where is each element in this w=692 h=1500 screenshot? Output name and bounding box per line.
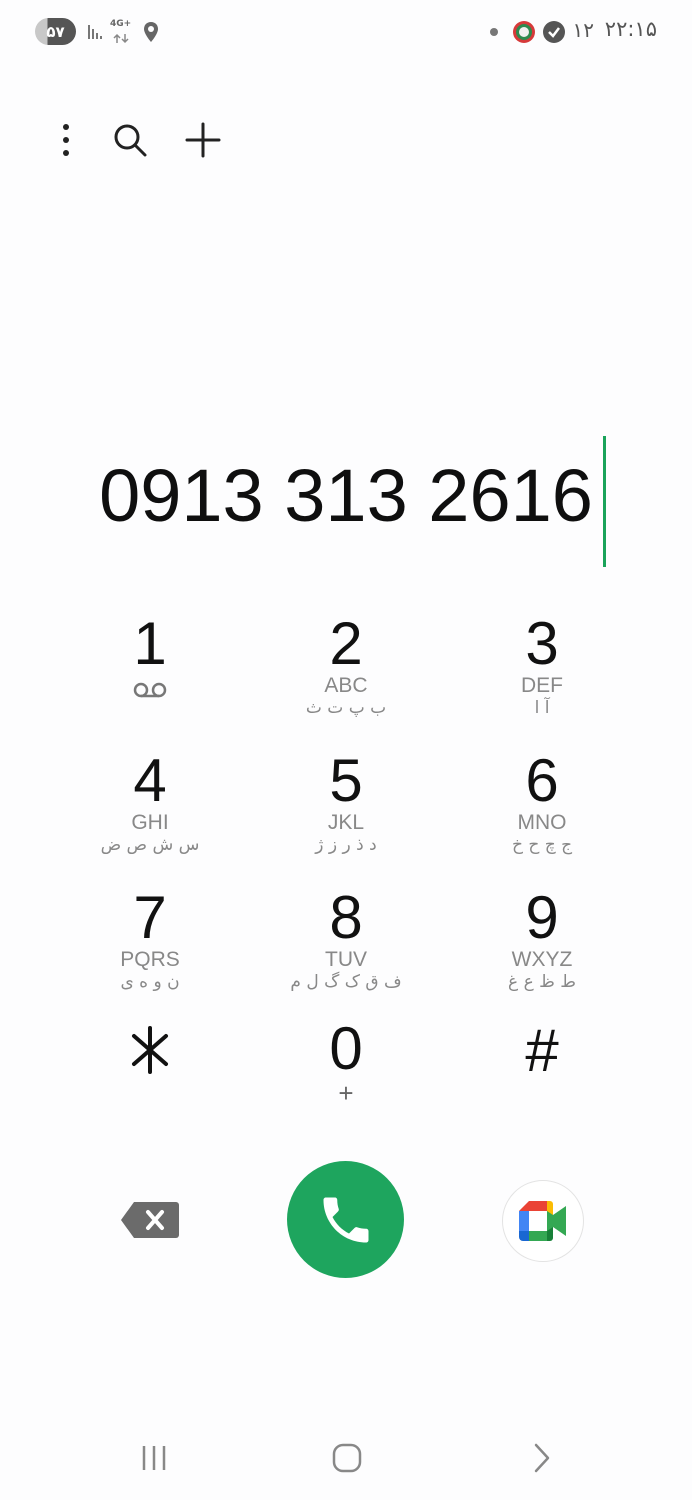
key-8[interactable]: 8 TUV ف ق ک گ ل م — [248, 887, 444, 1011]
phone-icon — [323, 1197, 368, 1242]
data-arrows-icon — [112, 32, 130, 44]
voicemail-icon — [133, 681, 167, 703]
key-letters: MNO — [517, 811, 567, 834]
add-contact-button[interactable] — [175, 112, 231, 168]
key-digit: 5 — [329, 747, 363, 814]
recents-button[interactable] — [124, 1430, 184, 1486]
key-farsi-letters: ط ظ ع غ — [508, 972, 576, 992]
key-1[interactable]: 1 — [52, 613, 248, 737]
key-digit: 3 — [525, 610, 559, 677]
key-7[interactable]: 7 PQRS ن و ه ی — [52, 887, 248, 1011]
key-letters: DEF — [521, 674, 563, 697]
key-farsi-letters: د ذ ر ز ژ — [315, 835, 377, 855]
key-digit: 1 — [133, 610, 167, 677]
back-button[interactable] — [512, 1430, 572, 1486]
recents-icon — [142, 1446, 166, 1470]
home-button[interactable] — [317, 1430, 377, 1486]
call-button[interactable] — [287, 1161, 404, 1278]
key-farsi-letters: س ش ص ض — [100, 835, 200, 855]
backspace-button[interactable] — [110, 1188, 190, 1252]
key-letters: ABC — [324, 674, 368, 697]
more-options-button[interactable] — [38, 112, 94, 168]
app-notification-icon — [511, 18, 537, 45]
key-farsi-letters: ن و ه ی — [120, 972, 180, 992]
dialed-number: 0913 313 2616 — [99, 453, 593, 537]
key-farsi-letters: ف ق ک گ ل م — [290, 972, 402, 992]
key-9[interactable]: 9 WXYZ ط ظ ع غ — [444, 887, 640, 1011]
key-digit: 4 — [133, 747, 167, 814]
network-type-label: 4G+ — [110, 19, 132, 29]
key-star[interactable]: ⁎ — [52, 1020, 248, 1144]
key-digit: 7 — [133, 884, 167, 951]
key-0[interactable]: 0 + — [248, 1018, 444, 1142]
home-icon — [332, 1443, 362, 1473]
key-digit: 2 — [329, 610, 363, 677]
status-date: ۱۲ — [572, 18, 594, 42]
key-6[interactable]: 6 MNO ج چ ح خ — [444, 750, 640, 874]
dialed-number-field[interactable]: 0913 313 2616 — [0, 440, 692, 550]
key-farsi-letters: ج چ ح خ — [511, 835, 573, 855]
back-icon — [534, 1443, 550, 1473]
key-digit: 0 — [329, 1015, 363, 1082]
location-icon — [140, 18, 162, 45]
key-farsi-letters: آ ا — [534, 698, 550, 718]
key-farsi-letters: ب پ ت ث — [305, 698, 387, 718]
key-digit: 8 — [329, 884, 363, 951]
add-icon — [185, 122, 221, 158]
key-digit: 9 — [525, 884, 559, 951]
status-bar: ۵۷ 4G+ ۱۲ ۲۲:۱۵ — [0, 0, 692, 62]
key-letters: WXYZ — [511, 948, 573, 971]
key-5[interactable]: 5 JKL د ذ ر ز ژ — [248, 750, 444, 874]
key-letters: TUV — [325, 948, 367, 971]
battery-indicator: ۵۷ — [35, 18, 76, 45]
key-letters: GHI — [131, 811, 169, 834]
battery-level: ۵۷ — [46, 22, 65, 41]
key-letters: PQRS — [120, 948, 180, 971]
google-meet-icon — [519, 1201, 566, 1241]
key-3[interactable]: 3 DEF آ ا — [444, 613, 640, 737]
key-hash[interactable]: # — [444, 1020, 640, 1144]
backspace-icon — [121, 1202, 179, 1238]
key-digit: # — [525, 1017, 559, 1084]
key-letters: JKL — [327, 811, 365, 834]
key-2[interactable]: 2 ABC ب پ ت ث — [248, 613, 444, 737]
asterisk-icon — [130, 1026, 170, 1086]
status-clock: ۲۲:۱۵ — [604, 17, 657, 41]
more-vert-icon — [63, 124, 69, 156]
shield-check-icon — [541, 18, 567, 45]
search-button[interactable] — [102, 112, 158, 168]
notification-dot — [490, 28, 498, 36]
key-plus-label: + — [338, 1078, 354, 1108]
video-call-button[interactable] — [502, 1180, 584, 1262]
text-cursor — [603, 436, 606, 567]
key-digit: 6 — [525, 747, 559, 814]
key-4[interactable]: 4 GHI س ش ص ض — [52, 750, 248, 874]
signal-icon — [86, 18, 108, 45]
search-icon — [114, 124, 147, 157]
